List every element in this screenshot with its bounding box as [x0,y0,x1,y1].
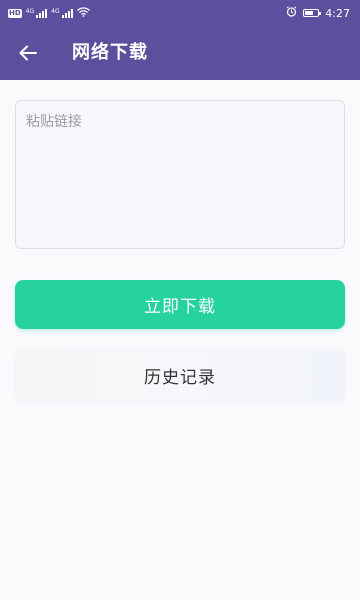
cell-signal-icon: 4G [51,7,73,18]
battery-level [305,11,314,15]
status-left-group: HD 4G 4G [8,6,90,20]
cell-signal-icon: 4G [25,7,48,18]
download-now-button[interactable]: 立即下载 [15,280,345,329]
network-type-label: 4G [51,7,60,15]
page-title: 网络下载 [72,42,148,63]
status-bar: HD 4G 4G 4:27 [0,0,360,26]
link-input[interactable] [15,100,345,249]
arrow-left-icon [19,45,37,61]
wifi-icon [76,6,90,20]
alarm-icon [286,6,297,20]
hd-badge: HD [8,8,22,18]
status-time: 4:27 [325,6,350,20]
screen: HD 4G 4G 4:27 网络下载 粘贴链接 立即下载 历史记录 [0,0,360,600]
battery-icon [303,9,322,17]
history-button[interactable]: 历史记录 [15,349,345,401]
app-bar: 网络下载 [0,26,360,80]
status-right-group: 4:27 [286,5,350,21]
network-type-label: 4G [25,7,35,15]
back-button[interactable] [12,37,44,69]
